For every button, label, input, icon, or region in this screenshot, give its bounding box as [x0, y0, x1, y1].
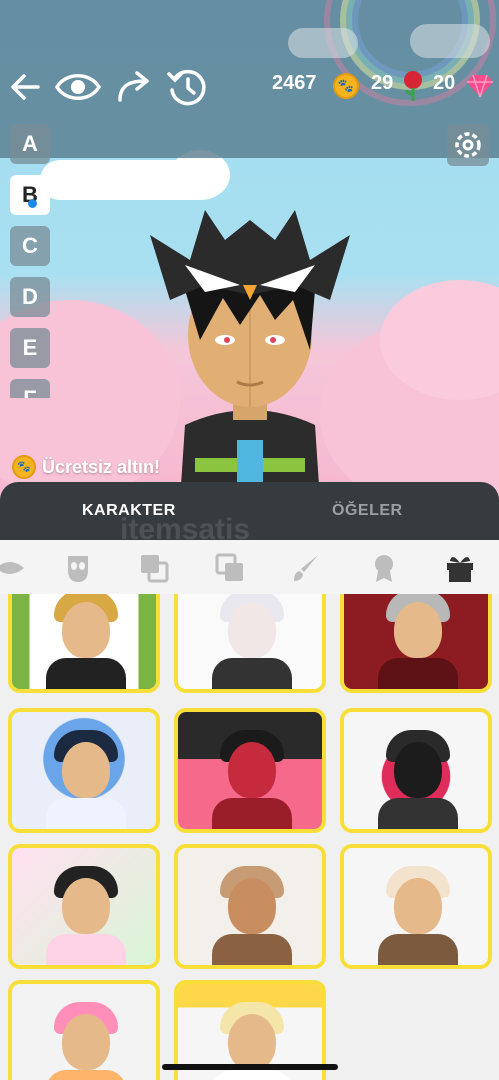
- slot-f[interactable]: F: [10, 379, 50, 398]
- card-body: [212, 934, 292, 965]
- outfit-card-red-oni[interactable]: [174, 708, 326, 833]
- free-coins-button[interactable]: 🐾 Ücretsiz altın!: [12, 454, 160, 480]
- slot-e[interactable]: E: [10, 328, 50, 368]
- card-body: [212, 1070, 292, 1080]
- eye-icon[interactable]: [54, 68, 102, 106]
- slot-selector: A B C D E F: [10, 124, 52, 398]
- redo-icon[interactable]: [115, 70, 153, 106]
- selected-dot: [28, 199, 37, 208]
- outfit-card-teddy-bear[interactable]: [174, 844, 326, 969]
- layers-front-icon[interactable]: [214, 552, 246, 584]
- card-body: [378, 658, 458, 689]
- outfit-card-bunny-pink[interactable]: [8, 980, 160, 1080]
- slot-a[interactable]: A: [10, 124, 50, 164]
- outfit-card-cream-dessert[interactable]: [340, 844, 492, 969]
- lips-icon[interactable]: [0, 552, 26, 584]
- card-body: [46, 798, 126, 829]
- slot-c[interactable]: C: [10, 226, 50, 266]
- free-coins-label: Ücretsiz altın!: [42, 456, 161, 477]
- card-body: [378, 934, 458, 965]
- outfit-card-butterfly[interactable]: [174, 594, 326, 693]
- card-face: [228, 602, 276, 658]
- card-face: [228, 878, 276, 934]
- settings-button[interactable]: [447, 124, 489, 166]
- card-body: [212, 658, 292, 689]
- gear-icon: [455, 132, 481, 158]
- outfit-card-playing-cards[interactable]: [340, 594, 492, 693]
- character-avatar[interactable]: [145, 200, 355, 500]
- outfit-card-dark-mask[interactable]: [340, 708, 492, 833]
- card-face: [62, 602, 110, 658]
- card-face: [228, 1014, 276, 1070]
- layers-back-icon[interactable]: [138, 552, 170, 584]
- slot-b[interactable]: B: [10, 175, 50, 215]
- home-indicator[interactable]: [162, 1064, 338, 1070]
- card-body: [46, 1070, 126, 1080]
- card-face: [62, 742, 110, 798]
- card-body: [46, 658, 126, 689]
- rose-count: 29: [371, 72, 394, 94]
- card-face: [228, 742, 276, 798]
- gift-icon[interactable]: [444, 552, 476, 584]
- outfit-card-sunflower[interactable]: [8, 594, 160, 693]
- card-face: [394, 742, 442, 798]
- card-face: [62, 878, 110, 934]
- history-icon[interactable]: [166, 66, 210, 110]
- outfit-card-candy[interactable]: [8, 844, 160, 969]
- mask-icon[interactable]: [62, 552, 94, 584]
- coin-icon: 🐾: [333, 73, 359, 99]
- category-bar: [0, 540, 499, 594]
- award-icon[interactable]: [368, 552, 400, 584]
- gem-icon: [467, 74, 493, 98]
- card-body: [46, 934, 126, 965]
- coin-count: 2467: [272, 72, 317, 94]
- brush-icon[interactable]: [290, 552, 322, 584]
- card-body: [212, 798, 292, 829]
- card-face: [394, 878, 442, 934]
- cloud: [410, 24, 490, 58]
- card-body: [378, 798, 458, 829]
- coin-icon: 🐾: [12, 455, 36, 479]
- cloud: [288, 28, 358, 58]
- rose-icon: [404, 71, 422, 101]
- tab-ogeler[interactable]: ÖĞELER: [332, 502, 403, 520]
- item-grid: [0, 594, 499, 1080]
- avatar-scene: 2467 🐾 29 20 A B C D E F 🐾 Ücretsiz altı…: [0, 0, 499, 500]
- card-face: [62, 1014, 110, 1070]
- gem-count: 20: [433, 72, 456, 94]
- outfit-card-blue-crown[interactable]: [8, 708, 160, 833]
- slot-d[interactable]: D: [10, 277, 50, 317]
- back-arrow-icon[interactable]: [8, 70, 42, 104]
- card-face: [394, 602, 442, 658]
